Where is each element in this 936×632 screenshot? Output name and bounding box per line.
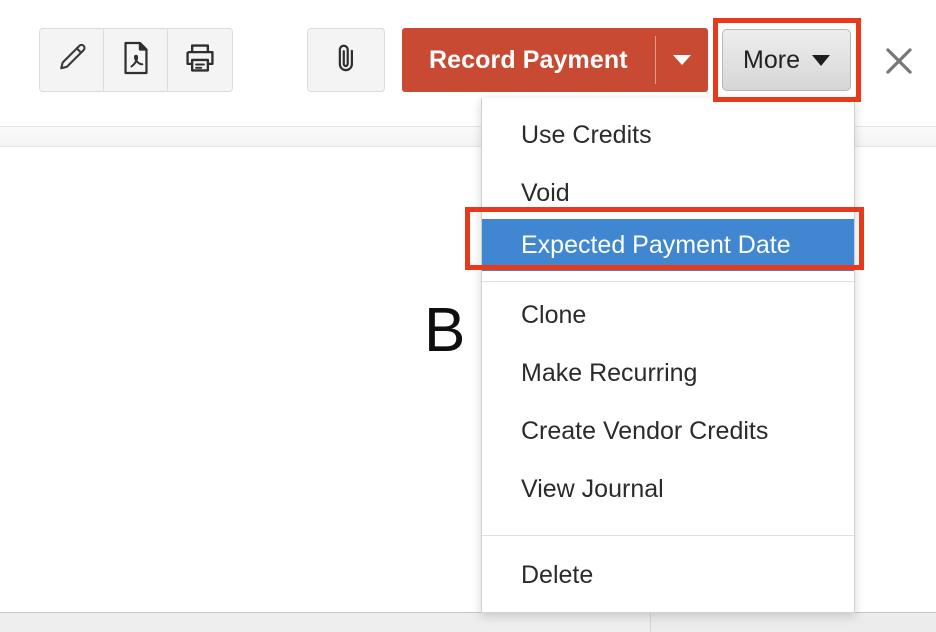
menu-item-create-vendor-credits[interactable]: Create Vendor Credits xyxy=(482,405,854,457)
menu-spacer xyxy=(482,515,854,525)
bottom-strip-cell xyxy=(0,613,651,632)
menu-separator-delete xyxy=(482,535,854,536)
menu-separator xyxy=(482,281,854,282)
attachment-icon xyxy=(332,41,360,80)
document-initial-letter: B xyxy=(424,300,464,362)
print-icon xyxy=(183,42,217,79)
menu-item-expected-payment-date[interactable]: Expected Payment Date xyxy=(482,219,854,271)
chevron-down-icon xyxy=(673,55,691,65)
chevron-down-icon xyxy=(812,55,830,66)
more-button[interactable]: More xyxy=(722,29,851,91)
menu-item-void[interactable]: Void xyxy=(482,167,854,219)
pdf-button[interactable] xyxy=(104,29,168,91)
record-payment-label: Record Payment xyxy=(402,28,655,92)
menu-item-delete[interactable]: Delete xyxy=(482,549,854,601)
edit-button[interactable] xyxy=(40,29,104,91)
menu-item-clone[interactable]: Clone xyxy=(482,289,854,341)
menu-item-use-credits[interactable]: Use Credits xyxy=(482,109,854,161)
menu-item-view-journal[interactable]: View Journal xyxy=(482,463,854,515)
toolbar-icon-group xyxy=(39,28,233,92)
pdf-icon xyxy=(120,41,152,80)
app-screen: B xyxy=(0,0,936,632)
print-button[interactable] xyxy=(168,29,232,91)
record-payment-dropdown-toggle[interactable] xyxy=(656,28,708,92)
menu-item-make-recurring[interactable]: Make Recurring xyxy=(482,347,854,399)
record-payment-button[interactable]: Record Payment xyxy=(402,28,708,92)
close-icon xyxy=(888,50,910,72)
more-button-label: More xyxy=(743,46,800,75)
more-dropdown-menu: Use Credits Void Expected Payment Date C… xyxy=(481,98,855,613)
edit-icon xyxy=(55,41,89,80)
attachment-button[interactable] xyxy=(307,28,385,92)
close-button[interactable] xyxy=(880,42,918,80)
